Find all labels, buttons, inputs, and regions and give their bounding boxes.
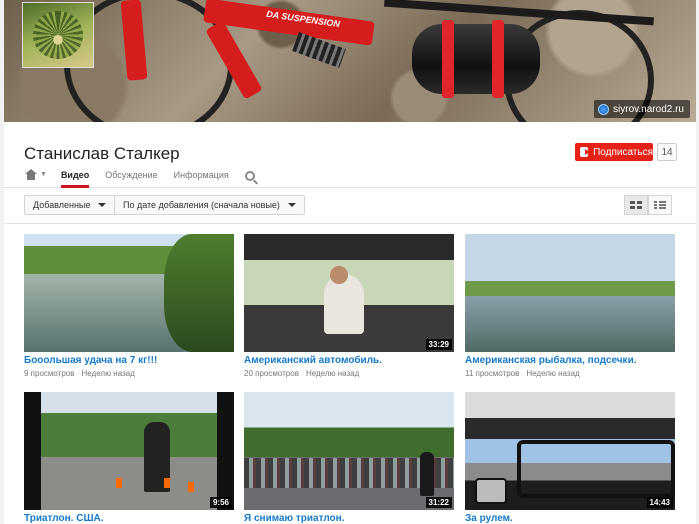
grid-view-button[interactable] <box>624 195 648 215</box>
video-thumbnail[interactable]: 6:19 <box>24 234 234 352</box>
chevron-down-icon[interactable]: ▼ <box>40 168 47 178</box>
video-duration: 14:43 <box>646 497 673 508</box>
tab-videos[interactable]: Видео <box>60 168 90 188</box>
youtube-logo-icon <box>580 147 591 157</box>
subscribe-label: Подписаться <box>593 146 653 158</box>
video-card[interactable]: 26:51 Американская рыбалка, подсечки. 11… <box>465 234 675 378</box>
video-age: Неделю назад <box>305 369 360 378</box>
bike-rack <box>384 0 654 26</box>
video-grid: 6:19 Бооольшая удача на 7 кг!!! 9 просмо… <box>4 224 696 524</box>
video-card[interactable]: 33:29 Американский автомобиль. 20 просмо… <box>244 234 454 378</box>
video-card[interactable]: 6:19 Бооольшая удача на 7 кг!!! 9 просмо… <box>24 234 234 378</box>
video-views: 9 просмотров <box>24 369 75 378</box>
video-thumbnail[interactable]: 33:29 <box>244 234 454 352</box>
globe-icon <box>598 103 610 115</box>
sort-label: По дате добавления (сначала новые) <box>123 200 280 210</box>
channel-avatar[interactable] <box>22 2 94 68</box>
video-thumbnail[interactable]: 9:56 <box>24 392 234 510</box>
video-views: 11 просмотров <box>465 369 520 378</box>
bike-bag <box>412 20 540 98</box>
video-title[interactable]: Я снимаю триатлон. <box>244 513 454 524</box>
caret-down-icon <box>287 203 296 207</box>
channel-header: Станислав Сталкер Подписаться 14 ▼ Видео… <box>4 122 696 188</box>
video-duration: 26:51 <box>646 339 673 350</box>
video-card[interactable]: 31:22 Я снимаю триатлон. <box>244 392 454 524</box>
video-title[interactable]: Американская рыбалка, подсечки. <box>465 355 675 366</box>
video-meta: 9 просмотров Неделю назад <box>24 369 234 378</box>
video-thumbnail[interactable]: 14:43 <box>465 392 675 510</box>
channel-tabs: ▼ Видео Обсуждение Информация <box>24 168 255 188</box>
subscribe-button[interactable]: Подписаться <box>575 143 653 161</box>
caret-down-icon <box>98 203 107 207</box>
video-card[interactable]: 9:56 Триатлон. США. <box>24 392 234 524</box>
video-toolbar: Добавленные По дате добавления (сначала … <box>4 188 696 224</box>
video-title[interactable]: За рулем. <box>465 513 675 524</box>
video-thumbnail[interactable]: 31:22 <box>244 392 454 510</box>
video-duration: 6:19 <box>209 339 232 350</box>
tab-about[interactable]: Информация <box>174 168 229 188</box>
sort-dropdown[interactable]: По дате добавления (сначала новые) <box>114 195 305 215</box>
video-views: 20 просмотров <box>244 369 299 378</box>
video-thumbnail[interactable]: 26:51 <box>465 234 675 352</box>
video-age: Неделю назад <box>526 369 580 378</box>
video-duration: 9:56 <box>209 497 232 508</box>
channel-banner: DA SUSPENSION siyrov.narod2.ru <box>4 0 696 122</box>
filter-label: Добавленные <box>33 200 91 210</box>
subscriber-count: 14 <box>657 143 677 161</box>
home-icon[interactable] <box>24 168 38 188</box>
video-title[interactable]: Триатлон. США. <box>24 513 234 524</box>
video-meta: 20 просмотров Неделю назад <box>244 369 454 378</box>
video-duration: 31:22 <box>425 497 452 508</box>
filter-dropdown[interactable]: Добавленные <box>24 195 116 215</box>
list-view-button[interactable] <box>648 195 672 215</box>
video-meta: 11 просмотров Неделю назад <box>465 369 675 378</box>
video-title[interactable]: Бооольшая удача на 7 кг!!! <box>24 355 234 366</box>
search-icon[interactable] <box>244 171 255 181</box>
list-icon <box>654 201 666 209</box>
site-link-label: siyrov.narod2.ru <box>613 103 684 115</box>
video-title[interactable]: Американский автомобиль. <box>244 355 454 366</box>
video-age: Неделю назад <box>81 369 135 378</box>
video-duration: 33:29 <box>425 339 452 350</box>
tab-discussion[interactable]: Обсуждение <box>105 168 157 188</box>
video-card[interactable]: 14:43 За рулем. <box>465 392 675 524</box>
channel-title[interactable]: Станислав Сталкер <box>24 144 180 164</box>
banner-site-link[interactable]: siyrov.narod2.ru <box>594 100 690 118</box>
grid-icon <box>630 201 642 209</box>
